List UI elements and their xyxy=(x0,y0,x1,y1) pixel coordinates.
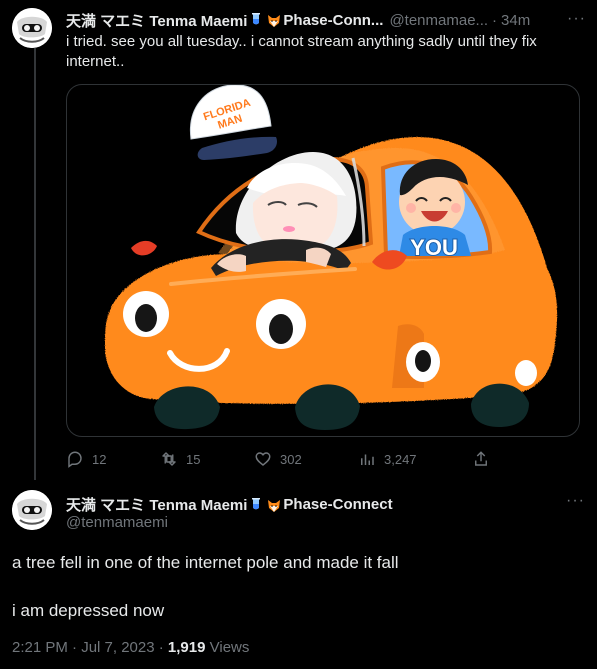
post-timestamp[interactable]: 2:21 PM · Jul 7, 2023 · xyxy=(12,639,168,656)
back-light xyxy=(515,360,537,386)
views-icon xyxy=(361,454,374,465)
author-name-row: 天満 マエミ Tenma Maemi Phase-Connect xyxy=(66,494,393,515)
author-name[interactable]: 天満 マエミ Tenma Maemi xyxy=(66,10,247,31)
author-handle[interactable]: @tenmamaemi xyxy=(66,514,168,531)
test-tube-icon xyxy=(248,12,264,28)
you-label: YOU xyxy=(410,235,458,260)
author-handle[interactable]: @tenmamae... xyxy=(389,12,488,29)
reply-button[interactable]: 12 xyxy=(66,450,106,468)
thread-line xyxy=(34,48,36,480)
action-bar: 12 15 302 3,247 xyxy=(66,448,506,470)
more-options-button[interactable]: ··· xyxy=(566,492,585,510)
passenger: YOU xyxy=(399,159,471,261)
more-options-button[interactable]: ··· xyxy=(567,10,586,28)
fox-icon xyxy=(266,497,282,513)
left-mirror xyxy=(131,240,157,256)
reply-line-2: i am depressed now xyxy=(12,601,165,620)
reply-text: a tree fell in one of the internet pole … xyxy=(12,551,582,623)
heart-icon xyxy=(255,452,271,466)
retweet-icon xyxy=(162,452,176,466)
like-button[interactable]: 302 xyxy=(254,450,302,468)
avatar-icon xyxy=(12,490,52,530)
separator-dot: · xyxy=(492,11,498,29)
car-illustration: YOU FLORIDA MAN xyxy=(104,85,558,430)
tweet-header: 天満 マエミ Tenma Maemi Phase-Conn... @tenmam… xyxy=(66,10,586,30)
reply-line-1: a tree fell in one of the internet pole … xyxy=(12,553,399,572)
rear-wheel-dot xyxy=(415,350,431,372)
views-button[interactable]: 3,247 xyxy=(358,450,417,468)
reply-icon xyxy=(68,451,82,468)
fox-icon xyxy=(266,12,282,28)
affiliation: Phase-Connect xyxy=(283,496,393,513)
affiliation: Phase-Conn... xyxy=(283,11,384,29)
test-tube-icon xyxy=(248,497,264,513)
avatar[interactable] xyxy=(12,490,52,530)
share-button[interactable] xyxy=(472,450,490,468)
reply-count: 12 xyxy=(92,451,107,467)
tweet-card[interactable]: 天満 マエミ Tenma Maemi Phase-Conn... @tenmam… xyxy=(0,0,597,480)
avatar-icon xyxy=(12,8,52,48)
like-count: 302 xyxy=(280,451,302,467)
avatar[interactable] xyxy=(12,8,52,48)
tweet-text: i tried. see you all tuesday.. i cannot … xyxy=(66,33,537,70)
retweet-button[interactable]: 15 xyxy=(160,450,200,468)
reply-tweet-card[interactable]: 天満 マエミ Tenma Maemi Phase-Connect @tenmam… xyxy=(0,480,597,669)
florida-man-hat: FLORIDA MAN xyxy=(189,85,277,160)
author-name[interactable]: 天満 マエミ Tenma Maemi xyxy=(66,494,247,515)
views-label: Views xyxy=(205,639,250,656)
views-total: 1,919 xyxy=(167,639,206,656)
timestamp[interactable]: 34m xyxy=(501,12,530,29)
tweet-media[interactable]: YOU FLORIDA MAN xyxy=(66,84,580,437)
tweet-meta: 2:21 PM · Jul 7, 2023 · 1,919 Views xyxy=(12,639,249,656)
views-count: 3,247 xyxy=(384,451,417,467)
retweet-count: 15 xyxy=(186,451,201,467)
share-icon xyxy=(475,451,487,466)
